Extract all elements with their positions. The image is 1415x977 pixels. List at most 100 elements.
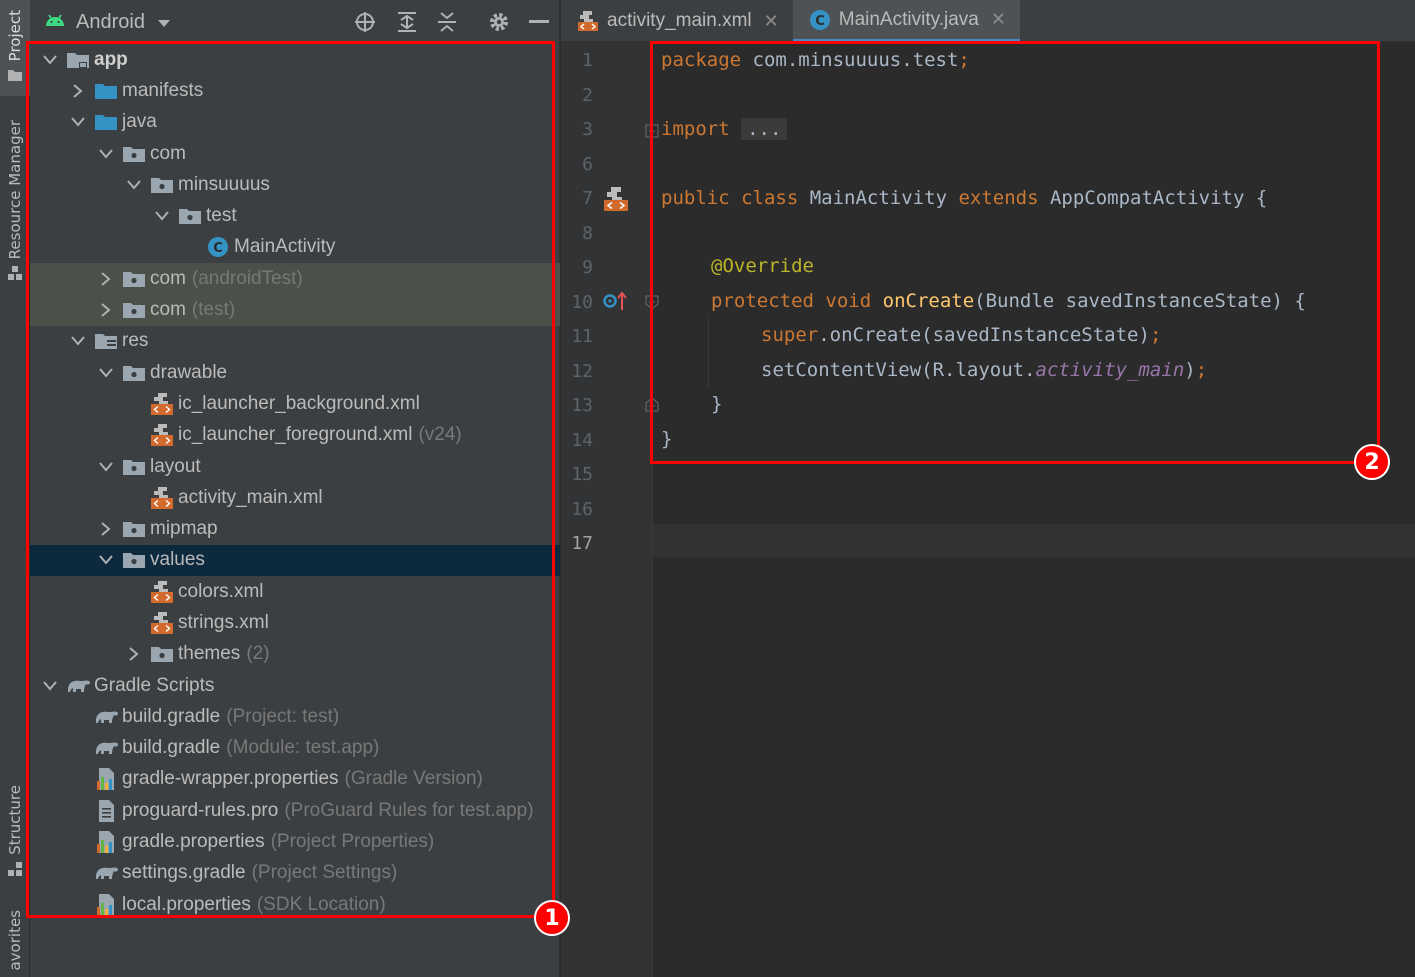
xml-file-icon	[150, 392, 174, 415]
tree-row[interactable]: proguard-rules.pro (ProGuard Rules for te…	[30, 795, 560, 826]
override-method-icon[interactable]	[603, 290, 629, 316]
code-token: setContentView(R.layout.	[761, 359, 1036, 381]
tree-row[interactable]: gradle-wrapper.properties (Gradle Version…	[30, 764, 560, 795]
tree-row[interactable]: strings.xml	[30, 607, 560, 638]
tree-row[interactable]: build.gradle (Project: test)	[30, 701, 560, 732]
tree-row[interactable]: drawable	[30, 357, 560, 388]
tree-item-label: themes	[178, 643, 241, 665]
tree-row[interactable]: minsuuuus	[30, 169, 560, 200]
package-folder-icon	[122, 299, 146, 321]
chevron-down-icon[interactable]	[96, 457, 116, 477]
code-line-7: public class MainActivity extends AppCom…	[661, 187, 1267, 209]
chevron-down-icon[interactable]	[96, 550, 116, 570]
line-number: 12	[571, 361, 593, 382]
code-line-14: }	[661, 428, 672, 450]
tree-row[interactable]: gradle.properties (Project Properties)	[30, 826, 560, 857]
close-icon[interactable]: ✕	[991, 9, 1006, 30]
chevron-down-icon[interactable]	[40, 50, 60, 70]
tree-item-label: activity_main.xml	[178, 486, 323, 508]
chevron-right-icon[interactable]	[68, 81, 88, 101]
tree-row[interactable]: themes (2)	[30, 639, 560, 670]
tree-item-label: build.gradle	[122, 705, 221, 727]
fold-collapse-icon[interactable]	[645, 295, 659, 315]
tree-row[interactable]: build.gradle (Module: test.app)	[30, 733, 560, 764]
tree-item-hint: (Project: test)	[226, 705, 340, 727]
tree-row[interactable]: activity_main.xml	[30, 482, 560, 513]
fold-end-icon[interactable]	[645, 396, 659, 416]
chevron-down-icon[interactable]	[96, 363, 116, 383]
close-icon[interactable]: ✕	[764, 11, 779, 32]
tree-row[interactable]: test	[30, 200, 560, 231]
gear-icon[interactable]	[487, 10, 511, 34]
tree-row[interactable]: colors.xml	[30, 576, 560, 607]
chevron-right-icon[interactable]	[96, 269, 116, 289]
editor-tab-bar: activity_main.xml ✕ C MainActivity.java …	[561, 0, 1415, 42]
project-tree: app manifests java com minsuuuus test C MainAct…	[30, 44, 560, 920]
tree-item-hint: (test)	[191, 299, 236, 321]
annotation-badge-2: 2	[1354, 444, 1390, 480]
gradle-elephant-icon	[94, 862, 118, 884]
tree-row[interactable]: java	[30, 107, 560, 138]
package-folder-icon	[122, 143, 146, 165]
chevron-down-icon[interactable]	[68, 331, 88, 351]
tree-row[interactable]: app	[30, 44, 560, 75]
chevron-down-icon[interactable]	[96, 144, 116, 164]
tab-mainactivity-java[interactable]: C MainActivity.java ✕	[792, 0, 1020, 42]
tree-row[interactable]: manifests	[30, 75, 560, 106]
project-view-selector[interactable]: Android	[30, 11, 171, 34]
tree-item-label: com	[150, 299, 186, 321]
java-class-icon: C	[206, 236, 230, 258]
structure-tool-tab[interactable]: Structure	[0, 785, 30, 885]
folded-imports[interactable]: ...	[741, 118, 788, 140]
tree-item-label: com	[150, 267, 186, 289]
line-number: 3	[582, 119, 593, 140]
tree-row[interactable]: Gradle Scripts	[30, 670, 560, 701]
tree-row[interactable]: com (androidTest)	[30, 263, 560, 295]
tree-row[interactable]: C MainActivity	[30, 232, 560, 263]
tree-item-label: com	[150, 142, 186, 164]
locate-file-icon[interactable]	[353, 10, 377, 34]
chevron-down-icon[interactable]	[40, 676, 60, 696]
chevron-right-icon[interactable]	[96, 300, 116, 320]
tree-row[interactable]: com (test)	[30, 294, 560, 326]
tree-row[interactable]: settings.gradle (Project Settings)	[30, 858, 560, 889]
code-token: @Override	[711, 255, 814, 277]
code-token: ;	[1195, 359, 1208, 381]
tree-row[interactable]: values	[30, 544, 560, 577]
chevron-down-icon[interactable]	[152, 206, 172, 226]
tree-row[interactable]: mipmap	[30, 513, 560, 544]
tree-row[interactable]: local.properties (SDK Location)	[30, 889, 560, 920]
tree-row[interactable]: com	[30, 138, 560, 169]
chevron-right-icon[interactable]	[96, 519, 116, 539]
tree-row[interactable]: ic_launcher_background.xml	[30, 388, 560, 419]
svg-text:C: C	[213, 241, 223, 256]
tab-activity-main-xml[interactable]: activity_main.xml ✕	[561, 0, 793, 42]
chevron-down-icon[interactable]	[68, 112, 88, 132]
package-folder-icon	[122, 362, 146, 384]
code-token: ;	[1149, 324, 1162, 346]
line-number: 9	[582, 257, 593, 278]
chevron-down-icon[interactable]	[124, 175, 144, 195]
project-tool-tab[interactable]: Project	[0, 0, 30, 96]
line-number: 13	[571, 395, 593, 416]
tree-row[interactable]: layout	[30, 451, 560, 482]
hide-panel-icon[interactable]	[527, 10, 551, 34]
resource-manager-tool-tab[interactable]: Resource Manager	[0, 120, 30, 295]
related-layout-file-icon[interactable]	[603, 186, 629, 216]
chevron-right-icon[interactable]	[124, 644, 144, 664]
expand-all-icon[interactable]	[395, 10, 419, 34]
favorites-tool-tab[interactable]: avorites	[0, 910, 30, 977]
code-editor[interactable]: 1 2 3 6 7 8 9 10 11 12 13 14 15 16 17 pa	[561, 42, 1415, 977]
tree-row[interactable]: res	[30, 326, 560, 357]
current-line-highlight	[653, 524, 1415, 558]
fold-expand-icon[interactable]	[645, 123, 659, 142]
tree-item-hint: (Project Properties)	[270, 831, 435, 853]
folder-icon	[7, 67, 23, 86]
tree-item-label: ic_launcher_foreground.xml	[178, 424, 413, 446]
folder-icon	[94, 80, 118, 102]
collapse-all-icon[interactable]	[435, 10, 459, 34]
tree-row[interactable]: ic_launcher_foreground.xml (v24)	[30, 420, 560, 451]
resources-folder-icon	[94, 330, 118, 352]
